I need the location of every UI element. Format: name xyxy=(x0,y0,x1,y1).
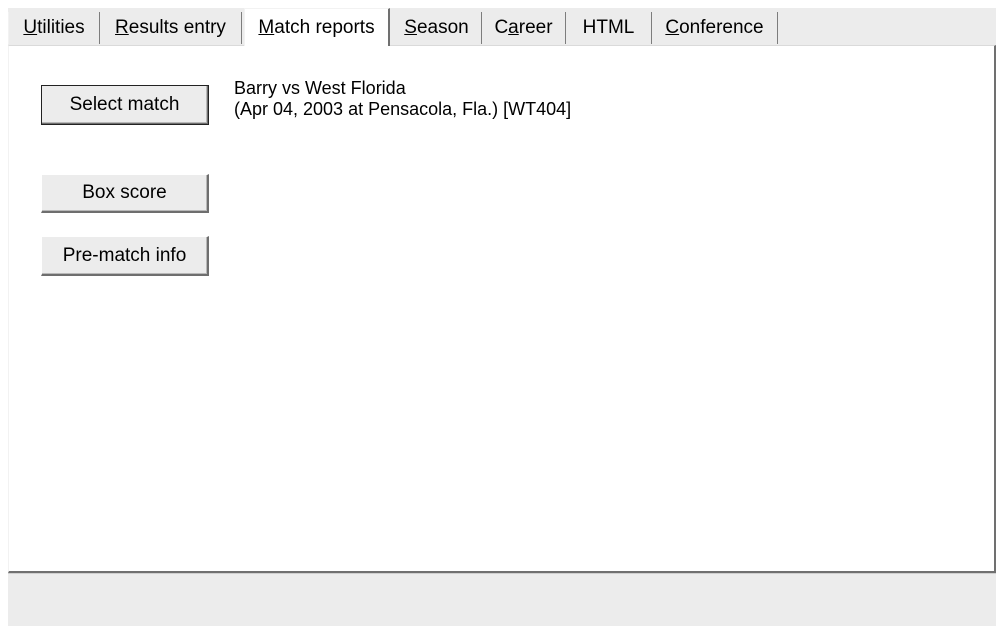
tab-mnemonic: a xyxy=(508,17,519,38)
tab-mnemonic: S xyxy=(404,17,417,38)
tab-mnemonic: R xyxy=(115,17,129,38)
tab-label-post: esults entry xyxy=(128,17,226,38)
tab-career[interactable]: Ca reer xyxy=(482,12,566,44)
pre-match-info-button[interactable]: Pre-match info xyxy=(41,236,209,276)
tab-results-entry[interactable]: Results entry xyxy=(100,12,242,44)
match-info: Barry vs West Florida (Apr 04, 2003 at P… xyxy=(234,78,571,120)
status-bar xyxy=(8,573,996,626)
application-window: Utilities Results entry Match reports Se… xyxy=(8,8,996,626)
tab-html[interactable]: HTML xyxy=(566,12,652,44)
tab-mnemonic: U xyxy=(23,17,38,38)
tab-label-post: onference xyxy=(679,17,764,38)
tab-label-post: reer xyxy=(518,17,553,38)
tab-conference[interactable]: Conference xyxy=(652,12,778,44)
tab-strip: Utilities Results entry Match reports Se… xyxy=(8,8,996,46)
tab-match-reports[interactable]: Match reports xyxy=(244,8,390,46)
select-match-button[interactable]: Select match xyxy=(41,85,209,125)
match-title: Barry vs West Florida xyxy=(234,78,406,98)
tab-mnemonic: M xyxy=(258,16,275,38)
match-reports-panel: Select match Barry vs West Florida (Apr … xyxy=(8,45,996,573)
box-score-button[interactable]: Box score xyxy=(41,174,209,213)
tab-season[interactable]: Season xyxy=(392,12,482,44)
match-details: (Apr 04, 2003 at Pensacola, Fla.) [WT404… xyxy=(234,99,572,119)
tab-utilities[interactable]: Utilities xyxy=(8,12,100,44)
tab-label-post: tilities xyxy=(37,17,85,38)
tab-mnemonic: C xyxy=(665,17,680,38)
tab-label-pre: C xyxy=(494,17,509,38)
tab-label-pre: HTML xyxy=(582,17,635,38)
tab-label-post: atch reports xyxy=(274,16,375,38)
tab-label-post: eason xyxy=(416,17,469,38)
